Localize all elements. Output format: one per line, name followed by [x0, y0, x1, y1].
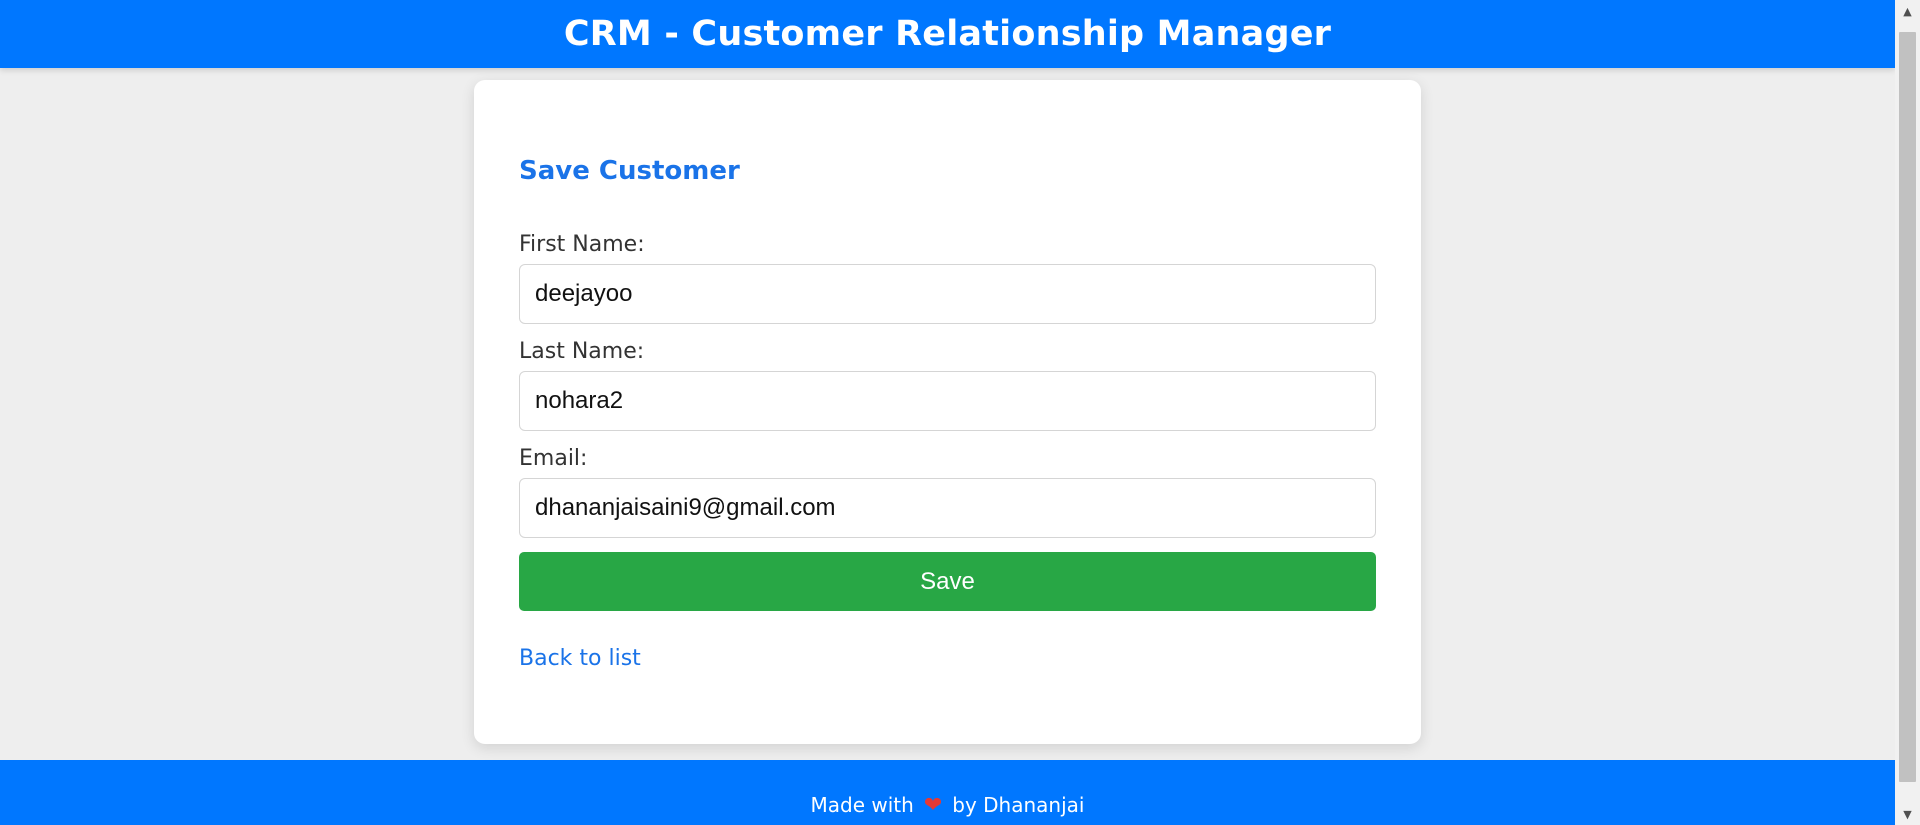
vertical-scrollbar[interactable]: ▲ ▼ — [1895, 0, 1920, 825]
footer-author-text: by Dhananjai — [952, 793, 1085, 817]
first-name-input[interactable] — [519, 264, 1376, 324]
customer-form-card: Save Customer First Name: Last Name: Ema… — [474, 80, 1421, 744]
scrollbar-thumb[interactable] — [1899, 32, 1916, 782]
heart-icon: ❤ — [923, 792, 943, 818]
footer-prefix-text: Made with — [810, 793, 914, 817]
back-to-list-link[interactable]: Back to list — [519, 646, 641, 671]
app-header: CRM - Customer Relationship Manager — [0, 0, 1895, 68]
scroll-up-arrow-icon[interactable]: ▲ — [1895, 0, 1920, 22]
form-title: Save Customer — [519, 156, 740, 186]
page-viewport: CRM - Customer Relationship Manager Save… — [0, 0, 1895, 825]
first-name-label: First Name: — [519, 232, 645, 257]
last-name-input[interactable] — [519, 371, 1376, 431]
last-name-label: Last Name: — [519, 339, 645, 364]
scroll-down-arrow-icon[interactable]: ▼ — [1895, 803, 1920, 825]
save-button[interactable]: Save — [519, 552, 1376, 611]
app-footer: Made with ❤ by Dhananjai — [0, 760, 1895, 825]
email-label: Email: — [519, 446, 588, 471]
app-title: CRM - Customer Relationship Manager — [563, 14, 1332, 54]
email-input[interactable] — [519, 478, 1376, 538]
